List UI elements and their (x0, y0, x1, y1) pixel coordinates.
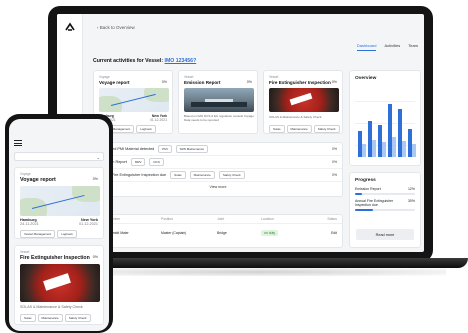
overview-bar (362, 144, 366, 157)
tag-chip[interactable]: Maintenance (286, 125, 312, 133)
list-item[interactable]: Annual Fire Extinguisher Inspection due … (94, 169, 342, 182)
vessel-select[interactable]: ⌄ (14, 152, 104, 161)
status-badge: on duty (261, 229, 279, 236)
tag-chip[interactable]: MRV (130, 158, 146, 166)
tag-chip[interactable]: Logbook (136, 125, 156, 133)
tag-chip[interactable]: Solas (269, 125, 285, 133)
card-percent: 0% (331, 80, 337, 84)
read-more-button[interactable]: Read more (356, 229, 414, 240)
table-header: Crew Member Position Joint Location Stat… (94, 215, 342, 224)
emission-report-card[interactable]: Vessel Emission Report 0% Based on IMO D… (178, 70, 258, 134)
progress-bar (355, 193, 415, 195)
card-percent: 0% (246, 80, 252, 84)
card-description: SOLAS & Maintenance & Safety Check (269, 115, 322, 119)
device-mockup: ‹ Back to Overview Dashboard Activities … (0, 0, 468, 333)
tag-chip[interactable]: Logbook (57, 230, 77, 238)
phone-frame: ⌄ Voyage Voyage report 0% Hamburg 24.11.2… (5, 114, 113, 333)
page-title: Current activities for Vessel: IMO 12345… (93, 58, 197, 64)
tag-chip[interactable]: DCS (149, 158, 164, 166)
fire-extinguisher-card[interactable]: Vessel Fire Extinguisher Inspection 0% S… (263, 70, 343, 134)
tag-chip[interactable]: Maintenance (189, 171, 215, 179)
route-map (20, 186, 100, 216)
overview-bar (382, 141, 386, 157)
progress-bar (355, 209, 415, 211)
card-tags: Solas Maintenance Safety Check (269, 125, 340, 133)
tag-chip[interactable]: Solas (170, 171, 186, 179)
tag-chip[interactable]: Vessel Management (20, 230, 56, 238)
list-item[interactable]: Combined PMI Material detected PMI SRN M… (94, 143, 342, 156)
members-table: Crew Member Position Joint Location Stat… (93, 214, 343, 248)
tag-chip[interactable]: Safety Check (218, 171, 245, 179)
overview-bar (372, 139, 376, 157)
progress-title: Progress (355, 178, 376, 183)
card-description: Based on IMO DCS & EU regulation vessels… (184, 114, 254, 122)
card-tags: Vessel Management Logbook (20, 230, 77, 238)
top-tabs: Dashboard Activities Team (356, 43, 418, 51)
card-title: Fire Extinguisher Inspection (269, 80, 331, 85)
route-to: New York 01.12.2021 (78, 218, 98, 226)
mobile-fire-extinguisher-card[interactable]: Vessel Fire Extinguisher Inspection 0% S… (14, 245, 104, 325)
tab-team[interactable]: Team (408, 43, 418, 51)
view-more-link[interactable]: View more (94, 185, 342, 189)
tag-chip[interactable]: SRN Maintenance (175, 145, 208, 153)
mobile-app: ⌄ Voyage Voyage report 0% Hamburg 24.11.2… (9, 119, 109, 331)
edit-member-link[interactable]: Edit (307, 231, 337, 235)
ship-photo (184, 88, 254, 112)
activities-list: Combined PMI Material detected PMI SRN M… (93, 142, 343, 197)
tag-chip[interactable]: Maintenance (37, 314, 63, 322)
extinguisher-photo (269, 88, 339, 112)
extinguisher-photo (20, 264, 100, 302)
card-percent: 0% (161, 80, 167, 84)
progress-item: Annual Fire Extinguisher Inspection due 3… (355, 199, 415, 207)
vessel-id-link[interactable]: IMO 123456? (165, 58, 197, 64)
progress-item: Emission Report 12% (355, 187, 415, 191)
mobile-voyage-card[interactable]: Voyage Voyage report 0% Hamburg 24.11.202… (14, 167, 104, 239)
overview-bar (402, 140, 406, 157)
card-title: Voyage report (20, 177, 56, 183)
overview-bar (392, 137, 396, 157)
app-logo-icon[interactable] (63, 20, 77, 34)
tag-chip[interactable]: Solas (20, 314, 36, 322)
back-to-overview-link[interactable]: ‹ Back to Overview (97, 25, 135, 30)
table-row[interactable]: Schmidt Maier Master (Captain) Bridge on… (94, 224, 342, 241)
overview-bar (412, 144, 416, 157)
card-category: Voyage (99, 75, 110, 79)
tag-chip[interactable]: Safety Check (313, 125, 340, 133)
card-category: Vessel (184, 75, 194, 79)
route-from: Hamburg24.11.2021 (20, 218, 39, 226)
chevron-down-icon: ⌄ (96, 155, 100, 160)
card-title: Emission Report (184, 80, 221, 85)
card-category: Vessel (269, 75, 279, 79)
card-title: Fire Extinguisher Inspection (20, 255, 90, 261)
overview-title: Overview (355, 76, 377, 81)
tab-activities[interactable]: Activities (384, 43, 400, 51)
tag-chip[interactable]: PMI (158, 145, 172, 153)
overview-bar-chart (358, 99, 418, 157)
card-description: SOLAS & Maintenance & Safety Check (20, 305, 83, 309)
card-title: Voyage report (99, 80, 130, 85)
route-map (99, 88, 169, 112)
menu-icon[interactable] (14, 140, 22, 146)
tag-chip[interactable]: Safety Check (64, 314, 91, 322)
list-item[interactable]: Emission Report MRV DCS 0% (94, 156, 342, 169)
overview-panel: Overview (349, 70, 421, 166)
route-to: New York 01.12.2021 (150, 114, 167, 122)
card-tags: Solas Maintenance Safety Check (20, 314, 91, 322)
progress-panel: Progress Emission Report 12% Annual Fire … (349, 172, 421, 248)
tab-dashboard[interactable]: Dashboard (356, 43, 377, 51)
